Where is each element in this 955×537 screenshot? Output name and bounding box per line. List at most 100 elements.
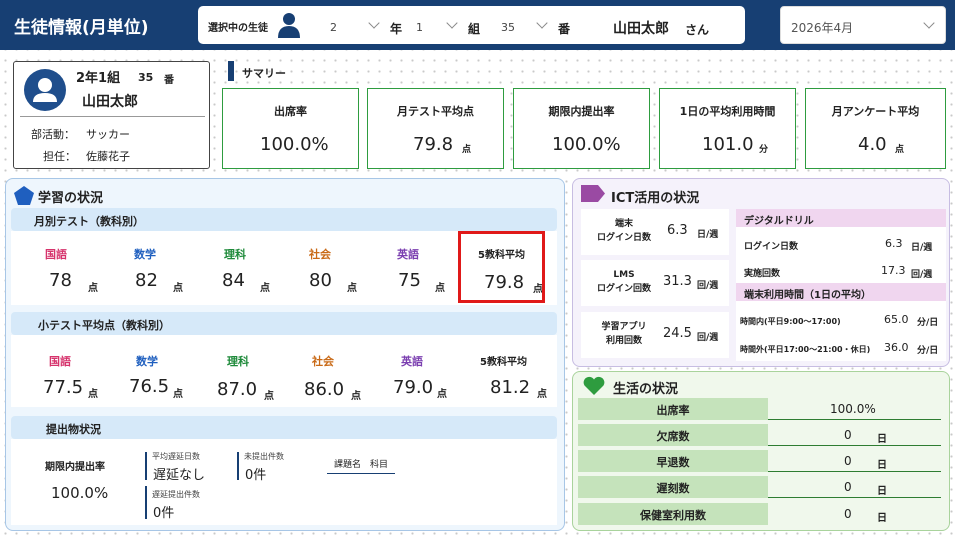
life-title: 生活の状況 bbox=[613, 382, 679, 397]
card-unit: 点 bbox=[462, 145, 472, 155]
score-unit: 点 bbox=[435, 283, 445, 294]
student-number: 35 bbox=[138, 71, 154, 84]
student-name: 山田太郎 bbox=[82, 94, 138, 110]
usage-after-hours-unit: 分/日 bbox=[917, 346, 939, 356]
heart-icon bbox=[583, 376, 605, 395]
row-underline bbox=[768, 419, 941, 420]
grade-chevron-down-icon[interactable] bbox=[368, 17, 380, 29]
digital-drill-header: デジタルドリル bbox=[736, 209, 946, 227]
score-unit: 点 bbox=[347, 283, 357, 294]
device-login-value: 6.3 bbox=[667, 223, 688, 238]
life-row-early-leave: 早退数 0 日 bbox=[578, 450, 941, 472]
class-dropdown-value[interactable]: 1 bbox=[416, 21, 423, 34]
device-login-block: 端末 ログイン日数 6.3 日/週 bbox=[581, 209, 729, 255]
score-unit: 点 bbox=[260, 283, 270, 294]
subject-score: 86.0 bbox=[304, 379, 345, 400]
subject-label: 国語 bbox=[49, 355, 71, 368]
card-label: 期限内提出率 bbox=[548, 105, 615, 118]
usage-in-hours-unit: 分/日 bbox=[917, 318, 939, 328]
subject-label: 数学 bbox=[136, 355, 158, 368]
chevron-down-icon[interactable] bbox=[923, 17, 935, 29]
app-title: 生徒情報(月単位) bbox=[14, 18, 149, 38]
life-label: 早退数 bbox=[578, 450, 768, 472]
life-value: 0 bbox=[844, 480, 852, 494]
score-unit: 点 bbox=[88, 283, 98, 294]
subject-score: 79.0 bbox=[393, 377, 434, 398]
table-underline bbox=[327, 473, 395, 474]
accent-bar bbox=[237, 452, 239, 480]
life-label: 保健室利用数 bbox=[578, 503, 768, 525]
average-score: 81.2 bbox=[490, 377, 531, 398]
life-label: 欠席数 bbox=[578, 424, 768, 446]
monthly-test-header: 月別テスト（教科別） bbox=[11, 208, 557, 231]
usage-in-hours-value: 65.0 bbox=[884, 313, 909, 326]
score-unit: 点 bbox=[537, 389, 547, 400]
drill-count-value: 17.3 bbox=[881, 264, 906, 277]
club-label: 部活動： bbox=[31, 128, 75, 141]
score-unit: 点 bbox=[351, 391, 361, 402]
on-time-rate-label: 期限内提出率 bbox=[45, 462, 105, 473]
quiz-header: 小テスト平均点（教科別） bbox=[11, 312, 557, 335]
summary-card-submission-rate: 期限内提出率 100.0% bbox=[513, 88, 650, 169]
monthly-test-title: 月別テスト（教科別） bbox=[34, 215, 144, 228]
drill-login-value: 6.3 bbox=[885, 237, 903, 250]
subject-label: 社会 bbox=[309, 248, 331, 261]
grade-dropdown-value[interactable]: 2 bbox=[330, 21, 337, 34]
card-value: 79.8 bbox=[413, 134, 454, 155]
summary-card-test-average: 月テスト平均点 79.8 点 bbox=[367, 88, 504, 169]
submission-title: 提出物状況 bbox=[46, 423, 101, 436]
usage-in-hours-label: 時間内(平日9:00～17:00) bbox=[740, 317, 841, 326]
card-label: 月テスト平均点 bbox=[397, 105, 474, 118]
summary-card-survey: 月アンケート平均 4.0 点 bbox=[805, 88, 946, 169]
user-icon bbox=[33, 78, 57, 102]
card-label: 1日の平均利用時間 bbox=[679, 105, 776, 118]
life-unit: 日 bbox=[877, 513, 887, 524]
avg-delay-label: 平均遅延日数 bbox=[152, 452, 200, 461]
score-unit: 点 bbox=[88, 389, 98, 400]
lms-login-unit: 回/週 bbox=[697, 281, 719, 291]
life-label: 遅刻数 bbox=[578, 476, 768, 498]
class-label: 2年1組 bbox=[76, 71, 121, 86]
app-usage-block: 学習アプリ 利用回数 24.5 回/週 bbox=[581, 312, 729, 358]
app-usage-label: 学習アプリ 利用回数 bbox=[601, 322, 647, 346]
subject-score: 76.5 bbox=[129, 376, 170, 397]
quiz-scores: 国語 77.5 点 数学 76.5 点 理科 87.0 点 社会 86.0 点 … bbox=[11, 335, 557, 407]
lms-login-block: LMS ログイン回数 31.3 回/週 bbox=[581, 260, 729, 306]
score-unit: 点 bbox=[173, 283, 183, 294]
life-value: 0 bbox=[844, 454, 852, 468]
summary-card-attendance: 出席率 100.0% bbox=[222, 88, 359, 169]
life-label: 出席率 bbox=[578, 398, 768, 420]
divider bbox=[20, 116, 205, 117]
selector-label: 選択中の生徒 bbox=[208, 23, 268, 34]
life-unit: 日 bbox=[877, 434, 887, 445]
ict-panel: ICT活用の状況 端末 ログイン日数 6.3 日/週 LMS ログイン回数 31… bbox=[572, 178, 950, 367]
number-chevron-down-icon[interactable] bbox=[536, 17, 548, 29]
subject-score: 84 bbox=[222, 270, 245, 291]
card-value: 100.0% bbox=[260, 134, 329, 155]
score-unit: 点 bbox=[437, 389, 447, 400]
life-unit: 日 bbox=[877, 460, 887, 471]
person-icon bbox=[278, 13, 300, 38]
card-value: 101.0 bbox=[702, 134, 754, 155]
subject-score: 77.5 bbox=[43, 377, 84, 398]
card-unit: 分 bbox=[759, 145, 769, 155]
subject-score: 80 bbox=[309, 270, 332, 291]
subject-label: 理科 bbox=[227, 355, 249, 368]
usage-after-hours-label: 時間外(平日17:00～21:00・休日) bbox=[740, 345, 871, 354]
life-row-late: 遅刻数 0 日 bbox=[578, 476, 941, 498]
subject-label: 社会 bbox=[312, 355, 334, 368]
late-count-label: 遅延提出件数 bbox=[152, 490, 200, 499]
class-chevron-down-icon[interactable] bbox=[446, 17, 458, 29]
month-dropdown[interactable]: 2026年4月 bbox=[780, 6, 946, 44]
card-value: 100.0% bbox=[552, 134, 621, 155]
row-underline bbox=[768, 445, 941, 446]
class-unit: 組 bbox=[468, 22, 481, 36]
on-time-rate-value: 100.0% bbox=[51, 484, 109, 502]
number-dropdown-value[interactable]: 35 bbox=[501, 21, 515, 34]
avatar bbox=[24, 69, 66, 111]
card-unit: 点 bbox=[895, 145, 905, 155]
life-row-nurse-visits: 保健室利用数 0 日 bbox=[578, 503, 941, 525]
lms-login-label: LMS ログイン回数 bbox=[596, 270, 651, 294]
usage-time-header: 端末利用時間（1日の平均） bbox=[736, 283, 946, 301]
drill-login-label: ログイン日数 bbox=[744, 242, 799, 252]
